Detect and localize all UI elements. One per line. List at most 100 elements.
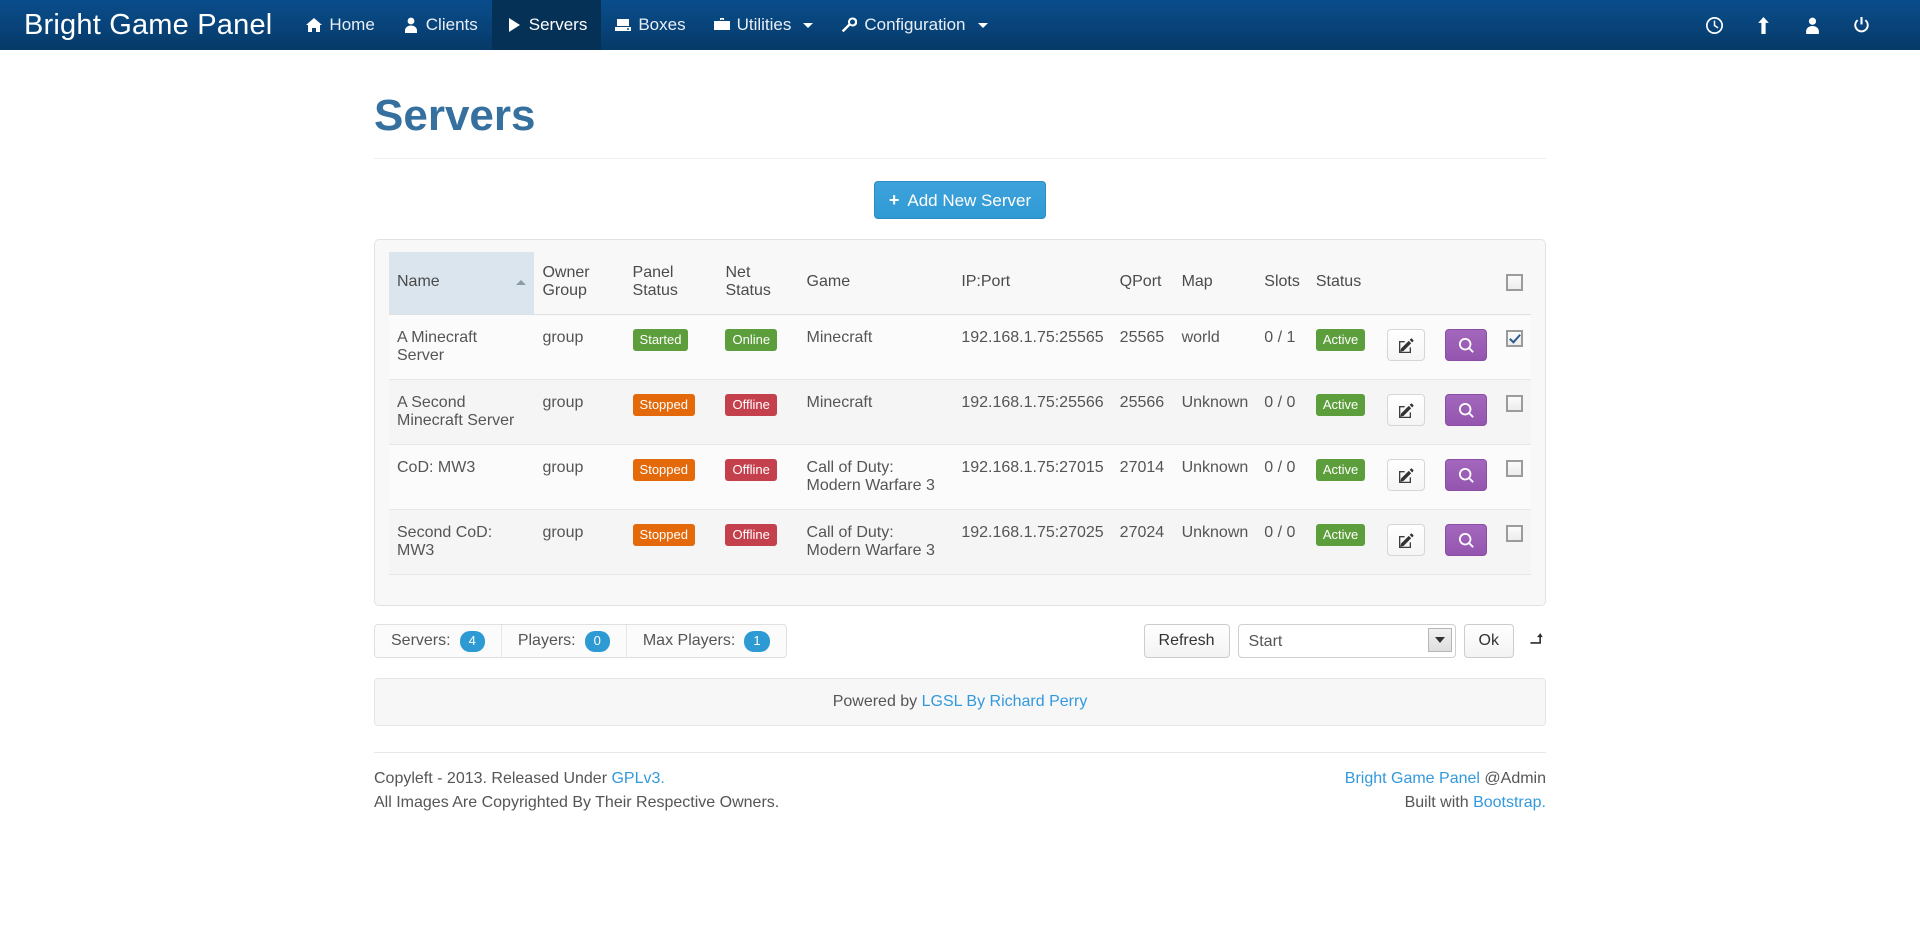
cell-slots: 0 / 1 [1256, 314, 1308, 381]
stats-group: Servers: 4 Players: 0 Max Players: 1 [374, 624, 787, 659]
level-up-icon[interactable] [1528, 632, 1546, 650]
column-label: Name [397, 273, 440, 291]
page-footer: Copyleft - 2013. Released Under GPLv3. A… [374, 752, 1546, 813]
cell-map: Unknown [1173, 444, 1257, 511]
edit-server-button[interactable] [1387, 329, 1426, 362]
bright-game-panel-link[interactable]: Bright Game Panel [1345, 770, 1480, 787]
view-server-button[interactable] [1445, 524, 1488, 557]
net-status-badge: Online [725, 329, 778, 352]
status-badge: Active [1315, 524, 1366, 547]
cell-select [1496, 444, 1531, 511]
column-header-qport[interactable]: QPort [1111, 252, 1174, 316]
footer-copyleft-line: Copyleft - 2013. Released Under GPLv3. [374, 767, 779, 790]
edit-server-button[interactable] [1387, 459, 1426, 492]
cell-status: Active [1307, 444, 1380, 511]
row-select-checkbox[interactable] [1506, 329, 1523, 347]
column-header-net-status[interactable]: Net Status [717, 252, 799, 316]
clock-icon-button[interactable] [1690, 0, 1739, 50]
clock-icon [1706, 16, 1723, 34]
cell-edit [1379, 509, 1438, 576]
cell-qport: 25565 [1111, 314, 1174, 381]
net-status-badge: Offline [725, 394, 777, 417]
chevron-down-icon [977, 22, 988, 28]
table-row: A Minecraft Server group Started Online Mine… [389, 314, 1531, 381]
row-select-checkbox[interactable] [1506, 524, 1523, 542]
row-select-checkbox[interactable] [1506, 459, 1523, 477]
bootstrap-link[interactable]: Bootstrap. [1473, 794, 1546, 811]
copyleft-text: Copyleft - 2013. Released Under [374, 770, 612, 788]
nav-item-label: Clients [425, 15, 478, 34]
edit-server-button[interactable] [1387, 524, 1426, 557]
column-header-panel-status[interactable]: Panel Status [624, 252, 718, 316]
cell-owner-group: group [534, 509, 625, 576]
cell-select [1496, 314, 1531, 381]
stat-badge: 1 [744, 631, 770, 652]
nav-item-servers[interactable]: Servers [491, 0, 602, 50]
column-header-name[interactable]: Name [389, 252, 535, 316]
cell-qport: 27014 [1111, 444, 1174, 511]
view-server-button[interactable] [1445, 394, 1488, 427]
cell-qport: 27024 [1111, 509, 1174, 576]
nav-item-home[interactable]: Home [292, 0, 388, 50]
table-row: Second CoD: MW3 group Stopped Offline Call o… [389, 509, 1531, 576]
cell-game: Call of Duty: Modern Warfare 3 [798, 444, 954, 511]
cell-net-status: Online [717, 314, 799, 381]
gplv3-link[interactable]: GPLv3. [611, 770, 664, 787]
view-server-button[interactable] [1445, 459, 1488, 492]
cell-game: Minecraft [798, 379, 954, 446]
column-header-game[interactable]: Game [798, 252, 954, 316]
wrench-icon [841, 17, 858, 33]
column-header-ip-port[interactable]: IP:Port [953, 252, 1112, 316]
net-status-badge: Offline [725, 459, 777, 482]
stat-label: Players: [517, 632, 576, 650]
cell-name: Second CoD: MW3 [389, 509, 535, 576]
nav-item-clients[interactable]: Clients [389, 0, 492, 50]
cell-ip-port: 192.168.1.75:27025 [953, 509, 1112, 576]
cell-edit [1379, 444, 1438, 511]
select-all-checkbox[interactable] [1506, 273, 1523, 291]
column-header-map[interactable]: Map [1173, 252, 1257, 316]
power-icon-button[interactable] [1837, 0, 1886, 50]
edit-server-button[interactable] [1387, 394, 1426, 427]
page-header: Servers [374, 91, 1546, 160]
add-new-server-button[interactable]: + Add New Server [873, 181, 1047, 220]
user-icon-button[interactable] [1788, 0, 1837, 50]
column-header-owner-group[interactable]: Owner Group [534, 252, 625, 316]
row-select-checkbox[interactable] [1506, 394, 1523, 412]
cell-edit [1379, 379, 1438, 446]
panel-status-badge: Started [632, 329, 689, 352]
navbar-right-icons [1690, 0, 1920, 50]
stat-max-players: Max Players: 1 [627, 625, 786, 657]
servers-panel: Name Owner Group Panel Status Net Status… [374, 239, 1546, 607]
add-server-row: + Add New Server [374, 181, 1546, 220]
cell-view [1437, 444, 1497, 511]
stat-badge: 0 [584, 631, 610, 652]
footer-user-line: Bright Game Panel @Admin [1345, 767, 1546, 790]
cell-map: world [1173, 314, 1257, 381]
refresh-button[interactable]: Refresh [1143, 624, 1230, 659]
cell-net-status: Offline [717, 444, 799, 511]
lgsl-link[interactable]: LGSL By Richard Perry [922, 693, 1088, 710]
user-icon [1806, 17, 1819, 34]
cell-net-status: Offline [717, 509, 799, 576]
stat-label: Max Players: [642, 632, 736, 650]
stat-servers: Servers: 4 [375, 625, 502, 658]
table-tools-row: Servers: 4 Players: 0 Max Players: 1 Ref… [374, 624, 1546, 659]
power-icon [1854, 16, 1869, 32]
bulk-action-select[interactable]: StartStopRestartDelete [1237, 624, 1456, 659]
nav-item-boxes[interactable]: Boxes [601, 0, 699, 50]
servers-table: Name Owner Group Panel Status Net Status… [389, 252, 1531, 576]
briefcase-icon [713, 17, 730, 33]
cell-select [1496, 509, 1531, 576]
column-header-status[interactable]: Status [1307, 252, 1380, 316]
column-header-slots[interactable]: Slots [1256, 252, 1308, 316]
footer-bootstrap-line: Built with Bootstrap. [1345, 791, 1546, 814]
ok-button[interactable]: Ok [1463, 624, 1514, 659]
upload-icon-button[interactable] [1739, 0, 1788, 50]
nav-item-configuration[interactable]: Configuration [827, 0, 1001, 50]
nav-item-utilities[interactable]: Utilities [700, 0, 828, 50]
brand-logo[interactable]: Bright Game Panel [0, 0, 292, 50]
view-server-button[interactable] [1445, 329, 1488, 362]
action-controls: Refresh StartStopRestartDelete Ok [1143, 624, 1546, 659]
cell-panel-status: Stopped [624, 509, 718, 576]
